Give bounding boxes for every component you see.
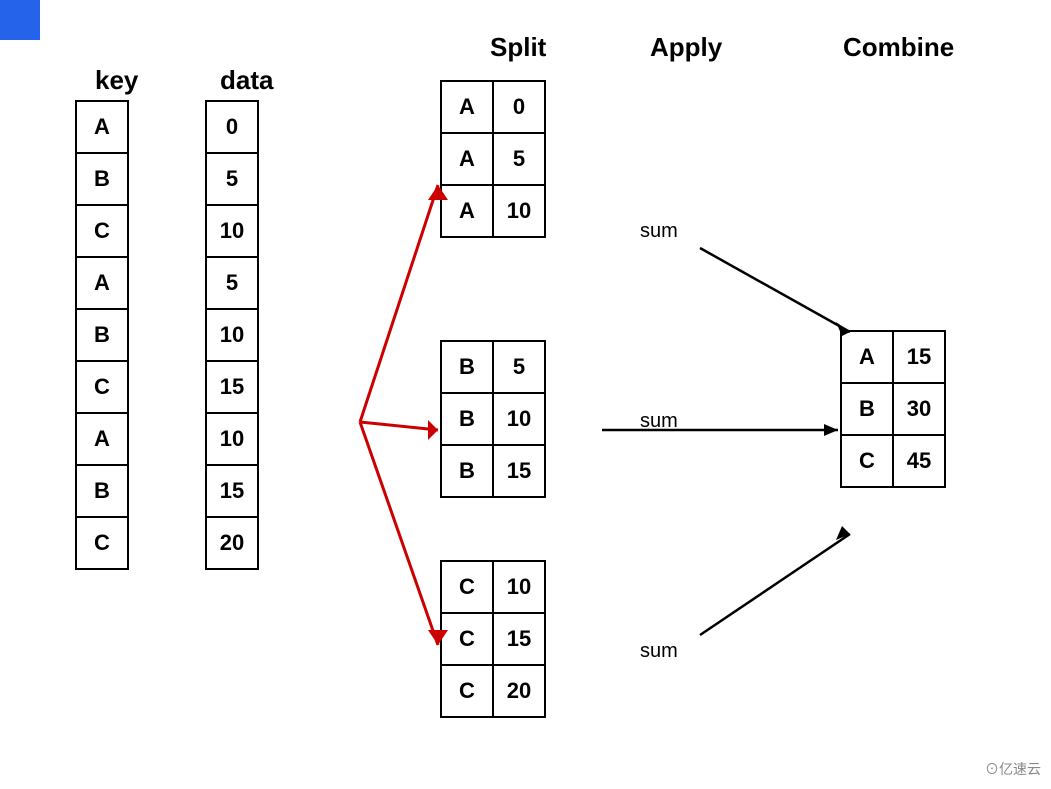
data-cell: 10 (206, 309, 258, 361)
combine-header: Combine (843, 32, 954, 63)
split-a-cell: 0 (493, 81, 545, 133)
split-b-cell: B (441, 393, 493, 445)
split-b-cell: 10 (493, 393, 545, 445)
split-c-cell: C (441, 613, 493, 665)
apply-header: Apply (650, 32, 722, 63)
split-c-cell: 10 (493, 561, 545, 613)
result-cell: A (841, 331, 893, 383)
split-a-cell: A (441, 133, 493, 185)
data-cell: 0 (206, 101, 258, 153)
split-table-a: A0A5A10 (440, 80, 546, 238)
data-col-header: data (220, 65, 273, 96)
key-cell: B (76, 465, 128, 517)
key-cell: C (76, 205, 128, 257)
split-a-cell: A (441, 81, 493, 133)
key-cell: B (76, 309, 128, 361)
result-cell: 45 (893, 435, 945, 487)
data-table: 051051015101520 (205, 100, 259, 570)
result-table: A15B30C45 (840, 330, 946, 488)
split-b-cell: 5 (493, 341, 545, 393)
split-b-cell: B (441, 445, 493, 497)
key-cell: C (76, 361, 128, 413)
split-c-cell: C (441, 665, 493, 717)
result-cell: 15 (893, 331, 945, 383)
main-container: Split Apply Combine key data ABCABCABC 0… (0, 0, 1051, 789)
watermark: ⊙亿速云 (985, 759, 1041, 779)
blue-corner-decoration (0, 0, 40, 40)
data-cell: 20 (206, 517, 258, 569)
split-b-cell: B (441, 341, 493, 393)
result-cell: 30 (893, 383, 945, 435)
split-c-cell: C (441, 561, 493, 613)
key-col-header: key (95, 65, 138, 96)
key-cell: B (76, 153, 128, 205)
data-cell: 5 (206, 153, 258, 205)
split-c-cell: 20 (493, 665, 545, 717)
key-cell: A (76, 101, 128, 153)
split-table-c: C10C15C20 (440, 560, 546, 718)
split-a-cell: 10 (493, 185, 545, 237)
split-c-cell: 15 (493, 613, 545, 665)
data-cell: 5 (206, 257, 258, 309)
key-cell: A (76, 257, 128, 309)
key-table: ABCABCABC (75, 100, 129, 570)
data-cell: 15 (206, 361, 258, 413)
split-b-cell: 15 (493, 445, 545, 497)
sum-label-c: sum (640, 640, 678, 663)
split-a-cell: A (441, 185, 493, 237)
result-cell: C (841, 435, 893, 487)
split-table-b: B5B10B15 (440, 340, 546, 498)
data-cell: 10 (206, 413, 258, 465)
result-cell: B (841, 383, 893, 435)
key-cell: A (76, 413, 128, 465)
sum-label-b: sum (640, 410, 678, 433)
split-header: Split (490, 32, 546, 63)
split-a-cell: 5 (493, 133, 545, 185)
key-cell: C (76, 517, 128, 569)
data-cell: 15 (206, 465, 258, 517)
sum-label-a: sum (640, 220, 678, 243)
data-cell: 10 (206, 205, 258, 257)
